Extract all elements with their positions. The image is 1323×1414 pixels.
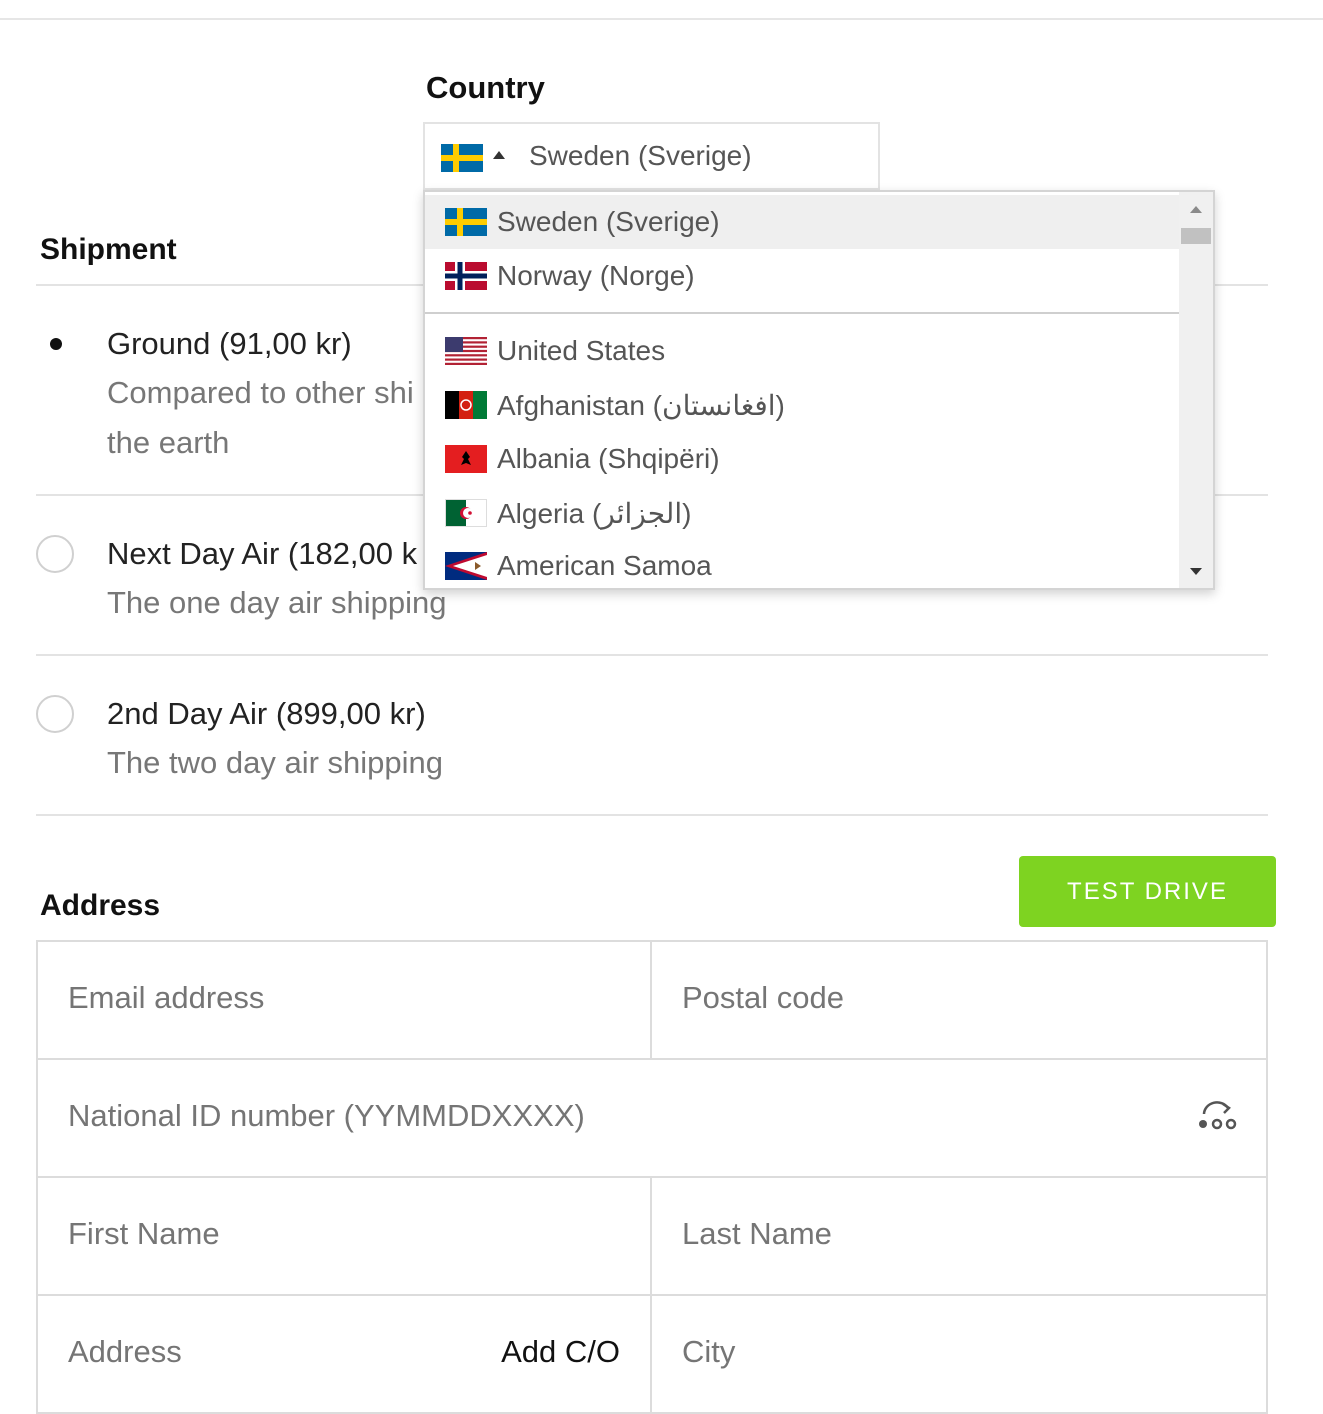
address-form: Email address Postal code National ID nu… [36, 940, 1268, 1414]
last-name-placeholder: Last Name [682, 1216, 832, 1251]
us-flag-icon [445, 337, 487, 365]
country-select[interactable]: Sweden (Sverige) [423, 122, 880, 190]
country-option-algeria[interactable]: Algeria (الجزائر) [425, 486, 1181, 540]
country-option-american-samoa[interactable]: American Samoa [425, 539, 1181, 588]
algeria-flag-icon [445, 499, 487, 527]
country-option-label: Sweden (Sverige) [497, 206, 720, 237]
test-drive-button[interactable]: TEST DRIVE [1019, 856, 1276, 927]
albania-flag-icon [445, 445, 487, 473]
add-co-link[interactable]: Add C/O [501, 1334, 620, 1370]
address-title: Address [40, 889, 161, 922]
first-name-field[interactable]: First Name [36, 1176, 652, 1296]
shipping-option-description: The two day air shipping [107, 745, 444, 780]
country-selected-value: Sweden (Sverige) [529, 140, 752, 171]
dropdown-separator [425, 312, 1181, 314]
address-placeholder: Address [68, 1334, 182, 1369]
scroll-down-arrow-icon[interactable] [1190, 568, 1202, 575]
dropdown-scrollbar[interactable] [1179, 192, 1213, 588]
country-option-united-states[interactable]: United States [425, 324, 1181, 378]
national-id-placeholder: National ID number (YYMMDDXXXX) [68, 1098, 585, 1133]
country-label: Country [426, 70, 545, 105]
postal-code-field[interactable]: Postal code [650, 940, 1268, 1060]
shipping-option-description: Compared to other shi [107, 375, 414, 410]
american-samoa-flag-icon [445, 552, 487, 580]
country-option-label: Algeria (الجزائر) [497, 498, 692, 529]
country-option-label: United States [497, 335, 666, 366]
divider [36, 814, 1268, 816]
first-name-placeholder: First Name [68, 1216, 220, 1251]
shipping-option-title: 2nd Day Air (899,00 kr) [107, 696, 426, 731]
country-dropdown-list[interactable]: Sweden (Sverige) Norway (Norge) United S… [423, 190, 1215, 590]
city-placeholder: City [682, 1334, 736, 1369]
country-option-afghanistan[interactable]: Afghanistan (افغانستان) [425, 378, 1181, 432]
country-option-label: American Samoa [497, 550, 712, 581]
country-option-albania[interactable]: Albania (Shqipëri) [425, 432, 1181, 486]
address-field[interactable]: Address Add C/O [36, 1294, 652, 1414]
address-lookup-icon[interactable] [1196, 1098, 1238, 1137]
country-option-norway[interactable]: Norway (Norge) [425, 249, 1181, 303]
sweden-flag-icon [445, 208, 487, 236]
afghanistan-flag-icon [445, 391, 487, 419]
radio-button[interactable] [36, 535, 74, 573]
shipping-option-2nd-day-air[interactable]: 2nd Day Air (899,00 kr) The two day air … [36, 690, 1268, 810]
country-option-label: Afghanistan (افغانستان) [497, 390, 785, 421]
country-option-label: Norway (Norge) [497, 260, 695, 291]
shipping-option-title: Ground (91,00 kr) [107, 326, 352, 361]
scroll-up-arrow-icon[interactable] [1190, 206, 1202, 213]
sweden-flag-icon [441, 144, 483, 172]
email-placeholder: Email address [68, 980, 265, 1015]
shipping-option-title: Next Day Air (182,00 k [107, 536, 418, 571]
country-option-label: Albania (Shqipëri) [497, 443, 720, 474]
national-id-field[interactable]: National ID number (YYMMDDXXXX) [36, 1058, 1268, 1178]
postal-code-placeholder: Postal code [682, 980, 844, 1015]
scrollbar-thumb[interactable] [1181, 228, 1211, 244]
city-field[interactable]: City [650, 1294, 1268, 1414]
radio-selected-dot[interactable] [50, 338, 62, 350]
top-divider [0, 18, 1323, 20]
country-option-sweden[interactable]: Sweden (Sverige) [425, 195, 1181, 249]
caret-up-icon [493, 151, 505, 159]
divider [36, 654, 1268, 656]
shipping-option-description-line2: the earth [107, 425, 230, 460]
email-field[interactable]: Email address [36, 940, 652, 1060]
norway-flag-icon [445, 262, 487, 290]
last-name-field[interactable]: Last Name [650, 1176, 1268, 1296]
shipment-title: Shipment [40, 233, 177, 266]
shipping-option-description: The one day air shipping [107, 585, 447, 620]
radio-button[interactable] [36, 695, 74, 733]
